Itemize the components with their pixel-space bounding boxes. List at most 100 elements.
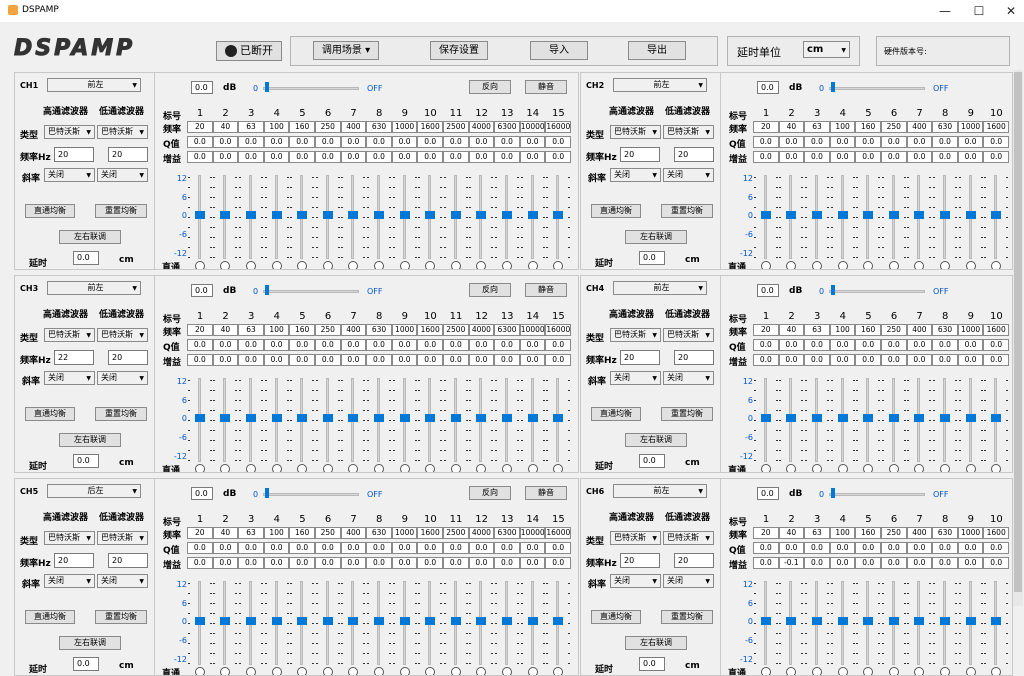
- band-freq-cell[interactable]: 250: [881, 527, 907, 539]
- save-settings-button[interactable]: 保存设置: [430, 41, 488, 60]
- bypass-radio[interactable]: [450, 261, 461, 269]
- bypass-radio[interactable]: [297, 667, 308, 675]
- mute-button[interactable]: 静音: [525, 80, 567, 94]
- band-q-cell[interactable]: 0.0: [212, 136, 239, 148]
- band-q-cell[interactable]: 0.0: [519, 136, 546, 148]
- band-gain-cell[interactable]: 0.0: [753, 354, 779, 366]
- position-select[interactable]: 前左: [47, 78, 141, 92]
- band-gain-cell[interactable]: 0.0: [778, 151, 805, 163]
- band-freq-cell[interactable]: 630: [366, 527, 392, 539]
- band-slider-knob[interactable]: [786, 414, 797, 422]
- band-freq-cell[interactable]: 16000: [545, 121, 571, 133]
- bypass-radio[interactable]: [991, 667, 1002, 675]
- band-freq-cell[interactable]: 20: [187, 121, 213, 133]
- band-gain-cell[interactable]: 0.0: [519, 354, 546, 366]
- band-q-cell[interactable]: 0.0: [855, 339, 881, 351]
- bypass-radio[interactable]: [786, 261, 797, 269]
- scrollbar[interactable]: [1013, 70, 1023, 606]
- band-slider-knob[interactable]: [374, 617, 384, 625]
- band-gain-cell[interactable]: -0.1: [778, 557, 805, 569]
- lp-slope-select[interactable]: 关闭: [663, 371, 714, 385]
- band-slider-knob[interactable]: [476, 211, 487, 219]
- band-q-cell[interactable]: 0.0: [753, 136, 779, 148]
- band-q-cell[interactable]: 0.0: [366, 542, 392, 554]
- hp-type-select[interactable]: 巴特沃斯: [44, 531, 95, 545]
- bypass-radio[interactable]: [348, 667, 359, 675]
- band-q-cell[interactable]: 0.0: [753, 339, 779, 351]
- reset-eq-button[interactable]: 重置均衡: [95, 610, 147, 624]
- band-q-cell[interactable]: 0.0: [187, 542, 213, 554]
- band-q-cell[interactable]: 0.0: [957, 339, 984, 351]
- bypass-eq-button[interactable]: 直通均衡: [25, 204, 75, 218]
- bypass-radio[interactable]: [297, 464, 308, 472]
- position-select[interactable]: 前左: [613, 78, 707, 92]
- bypass-radio[interactable]: [271, 464, 282, 472]
- hp-slope-select[interactable]: 关闭: [44, 371, 95, 385]
- band-slider-knob[interactable]: [297, 211, 308, 219]
- band-gain-cell[interactable]: 0.0: [494, 354, 520, 366]
- band-slider-knob[interactable]: [425, 617, 436, 625]
- bypass-radio[interactable]: [965, 261, 976, 269]
- bypass-radio[interactable]: [476, 464, 487, 472]
- band-freq-cell[interactable]: 630: [366, 324, 392, 336]
- band-q-cell[interactable]: 0.0: [829, 542, 856, 554]
- bypass-radio[interactable]: [863, 667, 874, 675]
- band-freq-cell[interactable]: 400: [906, 527, 933, 539]
- hp-freq-input[interactable]: 20: [54, 553, 94, 568]
- bypass-radio[interactable]: [914, 464, 925, 472]
- bypass-radio[interactable]: [786, 464, 797, 472]
- band-q-cell[interactable]: 0.0: [494, 542, 520, 554]
- band-gain-cell[interactable]: 0.0: [187, 151, 213, 163]
- lp-type-select[interactable]: 巴特沃斯: [97, 531, 148, 545]
- delay-input[interactable]: 0.0: [73, 251, 99, 265]
- band-q-cell[interactable]: 0.0: [289, 542, 315, 554]
- lp-type-select[interactable]: 巴特沃斯: [663, 328, 714, 342]
- bypass-radio[interactable]: [940, 667, 950, 675]
- bypass-eq-button[interactable]: 直通均衡: [25, 610, 75, 624]
- band-q-cell[interactable]: 0.0: [391, 542, 418, 554]
- bypass-radio[interactable]: [863, 261, 874, 269]
- band-gain-cell[interactable]: 0.0: [212, 354, 239, 366]
- band-gain-cell[interactable]: 0.0: [468, 557, 495, 569]
- band-freq-cell[interactable]: 100: [829, 527, 856, 539]
- db-input[interactable]: 0.0: [757, 487, 779, 500]
- band-q-cell[interactable]: 0.0: [804, 339, 830, 351]
- band-gain-cell[interactable]: 0.0: [855, 354, 881, 366]
- band-gain-cell[interactable]: 0.0: [238, 151, 264, 163]
- band-q-cell[interactable]: 0.0: [855, 136, 881, 148]
- level-slider[interactable]: [829, 290, 925, 293]
- reset-eq-button[interactable]: 重置均衡: [661, 610, 713, 624]
- bypass-radio[interactable]: [220, 667, 231, 675]
- band-q-cell[interactable]: 0.0: [855, 542, 881, 554]
- hp-freq-input[interactable]: 20: [620, 350, 660, 365]
- band-slider-knob[interactable]: [502, 617, 512, 625]
- band-q-cell[interactable]: 0.0: [212, 339, 239, 351]
- hp-freq-input[interactable]: 20: [620, 553, 660, 568]
- band-q-cell[interactable]: 0.0: [443, 542, 469, 554]
- maximize-button[interactable]: ☐: [964, 3, 994, 19]
- scrollbar-thumb[interactable]: [1014, 72, 1022, 592]
- band-q-cell[interactable]: 0.0: [187, 339, 213, 351]
- band-slider-knob[interactable]: [425, 211, 436, 219]
- band-slider-knob[interactable]: [553, 617, 564, 625]
- band-slider-knob[interactable]: [965, 211, 976, 219]
- band-freq-cell[interactable]: 100: [829, 121, 856, 133]
- band-slider-knob[interactable]: [220, 211, 231, 219]
- band-q-cell[interactable]: 0.0: [340, 339, 367, 351]
- band-q-cell[interactable]: 0.0: [804, 542, 830, 554]
- band-freq-cell[interactable]: 6300: [494, 121, 520, 133]
- band-gain-cell[interactable]: 0.0: [289, 557, 315, 569]
- band-freq-cell[interactable]: 1600: [983, 527, 1009, 539]
- bypass-radio[interactable]: [553, 667, 564, 675]
- band-slider-knob[interactable]: [348, 414, 359, 422]
- bypass-radio[interactable]: [888, 261, 899, 269]
- band-gain-cell[interactable]: 0.0: [494, 557, 520, 569]
- level-slider[interactable]: [829, 87, 925, 90]
- lp-freq-input[interactable]: 20: [674, 147, 714, 162]
- invert-button[interactable]: 反向: [469, 486, 511, 500]
- bypass-radio[interactable]: [374, 667, 384, 675]
- level-slider-knob[interactable]: [265, 82, 269, 92]
- reset-eq-button[interactable]: 重置均衡: [95, 204, 147, 218]
- band-q-cell[interactable]: 0.0: [340, 542, 367, 554]
- lp-freq-input[interactable]: 20: [674, 350, 714, 365]
